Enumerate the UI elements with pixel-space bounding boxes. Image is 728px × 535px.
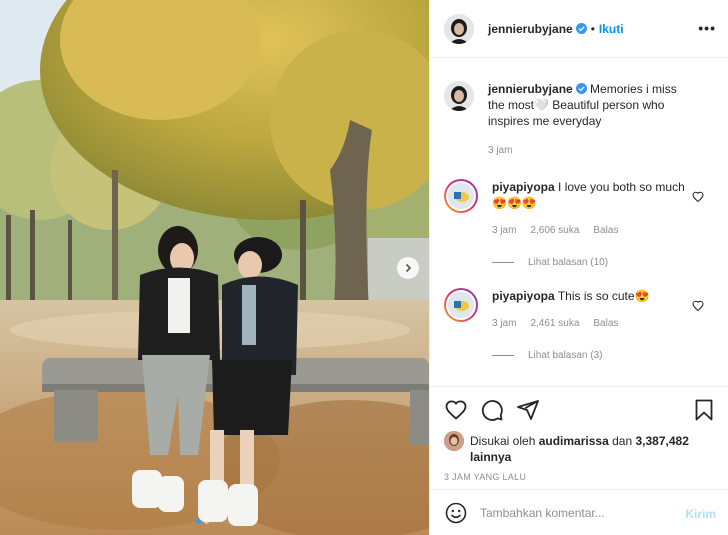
verified-icon	[575, 23, 587, 34]
comment-text-block: piyapiyopa I love you both so much😍😍😍	[492, 179, 692, 211]
post-time[interactable]: 3 JAM YANG LALU	[430, 472, 728, 482]
photo-image	[0, 0, 429, 535]
reply-button[interactable]: Balas	[593, 223, 618, 239]
likes-prefix: Disukai oleh	[470, 434, 536, 448]
view-replies-button[interactable]: Lihat balasan (10)	[492, 257, 714, 268]
carousel-dots	[196, 519, 209, 524]
comment-item: piyapiyopa This is so cute😍 3 jam 2,461 …	[444, 288, 714, 332]
action-bar	[430, 387, 728, 433]
comment-time[interactable]: 3 jam	[492, 316, 516, 332]
view-replies-label: Lihat balasan (10)	[528, 257, 609, 268]
next-slide-button[interactable]	[397, 257, 419, 279]
emoji-icon[interactable]	[444, 501, 468, 525]
post-photo[interactable]	[0, 0, 429, 535]
avatar-image	[444, 81, 474, 111]
comment-username[interactable]: piyapiyopa	[492, 180, 555, 194]
caption-time[interactable]: 3 jam	[488, 143, 512, 159]
likes-summary: Disukai oleh audimarissa dan 3,387,482 l…	[430, 431, 728, 465]
bookmark-icon[interactable]	[692, 398, 716, 422]
comment-time[interactable]: 3 jam	[492, 223, 516, 239]
comment-meta: 3 jam 2,606 suka Balas	[492, 223, 692, 239]
reply-button[interactable]: Balas	[593, 316, 618, 332]
comment-likes[interactable]: 2,606 suka	[530, 223, 579, 239]
author-username[interactable]: jennierubyjane	[488, 22, 573, 36]
avatar[interactable]	[444, 179, 478, 213]
comment-composer: Kirim	[430, 489, 728, 535]
caption-username[interactable]: jennierubyjane	[488, 82, 573, 96]
avatar-image	[448, 292, 474, 318]
replies-divider	[492, 262, 514, 263]
post-comment-button[interactable]: Kirim	[685, 507, 716, 521]
likes-conjunction: dan	[612, 434, 633, 448]
carousel-dot	[204, 519, 209, 524]
caption-text-block: jennierubyjane Memories i miss the most🤍…	[488, 81, 688, 129]
heart-icon[interactable]	[444, 398, 468, 422]
view-replies-button[interactable]: Lihat balasan (3)	[492, 350, 714, 361]
more-icon[interactable]: •••	[698, 20, 716, 36]
carousel-dot-active	[196, 519, 201, 524]
comment-text-block: piyapiyopa This is so cute😍	[492, 288, 692, 304]
heart-icon[interactable]	[692, 191, 704, 203]
heart-icon[interactable]	[692, 300, 704, 312]
comment-text: This is so cute😍	[557, 289, 650, 303]
caption: jennierubyjane Memories i miss the most🤍…	[444, 81, 714, 159]
verified-icon	[575, 83, 587, 94]
comment-input[interactable]	[480, 505, 670, 520]
comment-item: piyapiyopa I love you both so much😍😍😍 3 …	[444, 179, 714, 239]
likes-user[interactable]: audimarissa	[539, 434, 609, 448]
chevron-right-icon	[405, 263, 412, 273]
avatar[interactable]	[444, 431, 464, 451]
comment-username[interactable]: piyapiyopa	[492, 289, 555, 303]
caption-body: jennierubyjane Memories i miss the most🤍…	[488, 81, 688, 159]
likes-text: Disukai oleh audimarissa dan 3,387,482 l…	[470, 433, 714, 465]
caption-meta: 3 jam	[488, 143, 688, 159]
avatar-image	[444, 13, 474, 44]
comment-likes[interactable]: 2,461 suka	[530, 316, 579, 332]
post-side-panel: jennierubyjane • Ikuti ••• jennierubyjan…	[429, 0, 728, 535]
separator-dot: •	[590, 21, 595, 36]
avatar[interactable]	[444, 288, 478, 322]
replies-divider	[492, 355, 514, 356]
comments-list[interactable]: jennierubyjane Memories i miss the most🤍…	[430, 59, 728, 385]
comment-icon[interactable]	[480, 398, 504, 422]
avatar[interactable]	[444, 13, 474, 44]
comment-meta: 3 jam 2,461 suka Balas	[492, 316, 692, 332]
follow-button[interactable]: Ikuti	[599, 22, 624, 36]
avatar[interactable]	[444, 81, 474, 111]
post-header: jennierubyjane • Ikuti •••	[430, 0, 728, 58]
view-replies-label: Lihat balasan (3)	[528, 350, 603, 361]
comment-body: piyapiyopa This is so cute😍 3 jam 2,461 …	[492, 288, 692, 332]
avatar-image	[448, 183, 474, 209]
share-icon[interactable]	[516, 398, 540, 422]
comment-body: piyapiyopa I love you both so much😍😍😍 3 …	[492, 179, 692, 239]
avatar-image	[444, 431, 464, 451]
post-actions-section: Disukai oleh audimarissa dan 3,387,482 l…	[430, 386, 728, 482]
